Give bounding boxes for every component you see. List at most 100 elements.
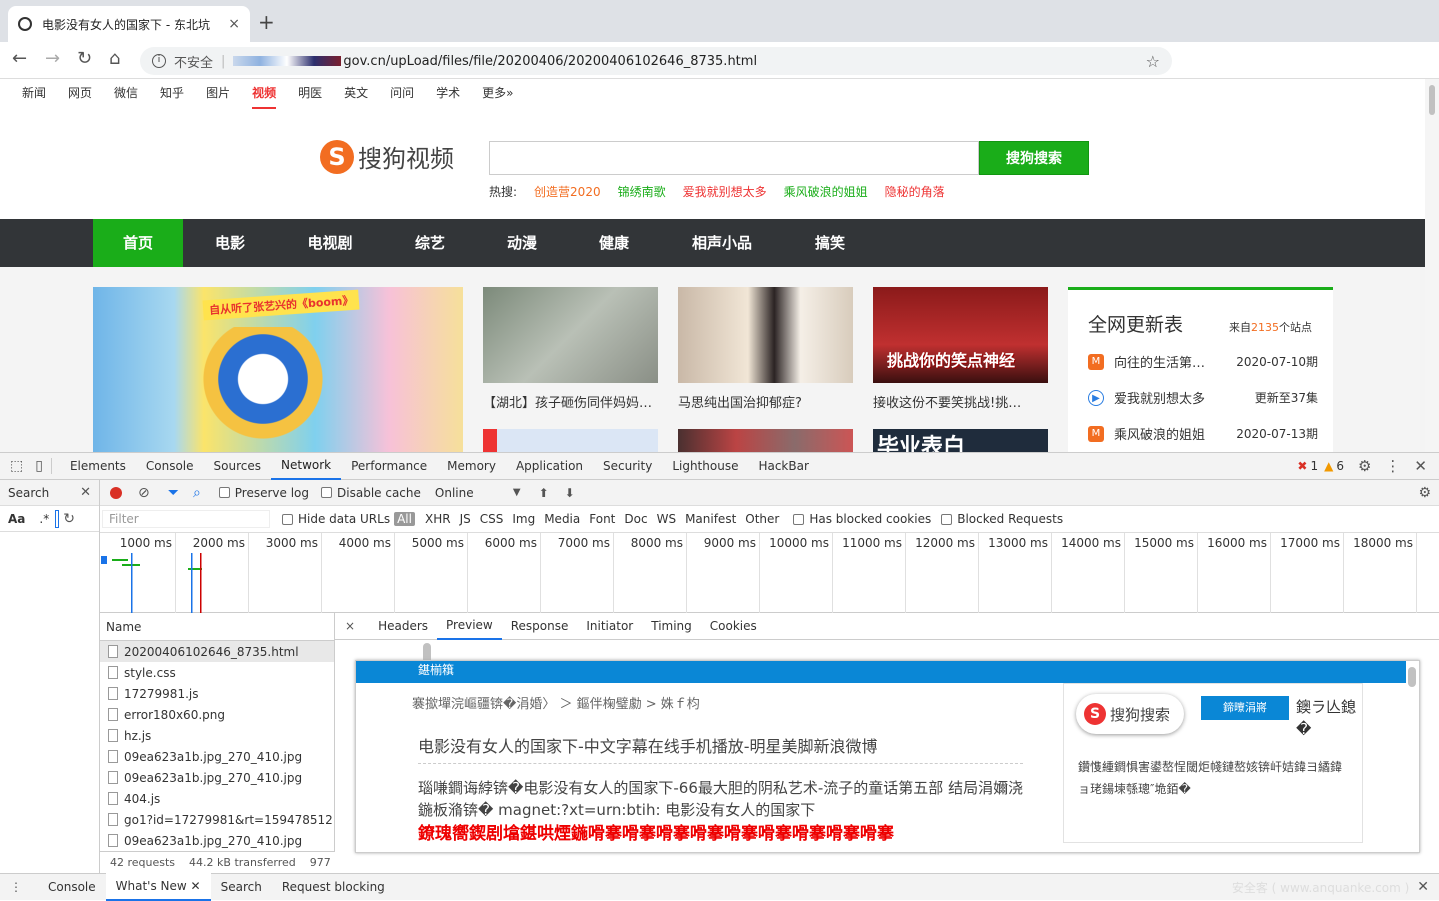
drawer-tab[interactable]: Console xyxy=(38,874,106,900)
info-icon[interactable]: i xyxy=(152,54,166,68)
filter-type[interactable]: Other xyxy=(745,512,779,526)
devtools-tab[interactable]: Security xyxy=(593,453,662,479)
category-anime[interactable]: 动漫 xyxy=(482,219,562,267)
detail-tab[interactable]: Response xyxy=(502,613,578,639)
filter-type[interactable]: Font xyxy=(589,512,615,526)
topnav-item[interactable]: 微信 xyxy=(114,79,138,109)
close-icon[interactable]: ✕ xyxy=(80,485,91,500)
search-input[interactable] xyxy=(489,141,979,175)
request-row[interactable]: style.css xyxy=(100,662,334,683)
topnav-item[interactable]: 英文 xyxy=(344,79,368,109)
category-health[interactable]: 健康 xyxy=(574,219,654,267)
detail-tab[interactable]: Initiator xyxy=(577,613,642,639)
close-devtools-icon[interactable]: ✕ xyxy=(1414,457,1427,475)
match-case-button[interactable]: Aa xyxy=(8,512,25,526)
import-har-icon[interactable]: ⬆ xyxy=(539,486,549,500)
devtools-tab[interactable]: Console xyxy=(136,453,204,479)
search-input[interactable] xyxy=(55,509,60,528)
drawer-tab[interactable]: Search xyxy=(211,874,272,900)
drawer-tab-whats-new[interactable]: What's New ✕ xyxy=(105,873,211,901)
hot-item[interactable]: 锦绣南歌 xyxy=(618,183,666,200)
preserve-log-checkbox[interactable] xyxy=(218,487,230,498)
search-button[interactable]: 搜狗搜索 xyxy=(979,141,1089,175)
close-detail-icon[interactable]: × xyxy=(345,619,355,633)
category-crosstalk[interactable]: 相声小品 xyxy=(682,219,762,267)
disable-cache-checkbox[interactable] xyxy=(321,487,333,498)
video-thumbnail[interactable] xyxy=(678,287,853,383)
forward-icon[interactable]: → xyxy=(45,48,60,69)
scrollbar-thumb[interactable] xyxy=(1429,85,1435,115)
filter-input[interactable]: Filter xyxy=(102,510,270,528)
page-scrollbar[interactable] xyxy=(1425,79,1439,452)
update-item[interactable]: M 乘风破浪的姐姐 2020-07-13期 xyxy=(1088,424,1318,443)
video-caption[interactable]: 接收这份不要笑挑战!挑… xyxy=(873,392,1048,411)
blocked-cookies-checkbox[interactable] xyxy=(793,513,805,525)
drawer-tab[interactable]: Request blocking xyxy=(272,874,395,900)
topnav-item[interactable]: 图片 xyxy=(206,79,230,109)
back-icon[interactable]: ← xyxy=(12,48,27,69)
hot-item[interactable]: 爱我就别想太多 xyxy=(683,183,767,200)
filter-type[interactable]: WS xyxy=(657,512,676,526)
request-row[interactable]: error180x60.png xyxy=(100,704,334,725)
blocked-requests-checkbox[interactable] xyxy=(941,513,953,525)
devtools-tab[interactable]: Application xyxy=(506,453,593,479)
hide-data-urls-checkbox[interactable] xyxy=(282,513,293,525)
video-thumbnail[interactable]: 毕业表白 xyxy=(873,429,1048,452)
preview-scrollbar[interactable] xyxy=(1408,667,1416,687)
topnav-item-video[interactable]: 视频 xyxy=(252,79,277,109)
filter-type[interactable]: Manifest xyxy=(685,512,736,526)
request-row[interactable]: 09ea623a1b.jpg_270_410.jpg xyxy=(100,767,334,788)
video-caption[interactable]: 马思纯出国治抑郁症? xyxy=(678,392,853,411)
devtools-tab[interactable]: Memory xyxy=(437,453,506,479)
category-tv[interactable]: 电视剧 xyxy=(290,219,370,267)
chevron-down-icon[interactable]: ▼ xyxy=(513,487,521,498)
hot-item[interactable]: 乘风破浪的姐姐 xyxy=(784,183,868,200)
export-har-icon[interactable]: ⬇ xyxy=(565,486,575,500)
refresh-icon[interactable]: ↻ xyxy=(63,511,75,527)
video-thumbnail[interactable]: 挑战你的笑点神经 xyxy=(873,287,1048,383)
address-bar[interactable]: i 不安全 | gov.cn/upLoad/files/file/2020040… xyxy=(140,47,1172,75)
request-row[interactable]: 20200406102646_8735.html xyxy=(100,641,334,662)
category-variety[interactable]: 综艺 xyxy=(390,219,470,267)
record-icon[interactable] xyxy=(110,486,122,499)
filter-type[interactable]: JS xyxy=(460,512,471,526)
inspect-element-icon[interactable]: ⬚ xyxy=(10,458,23,474)
bookmark-star-icon[interactable]: ☆ xyxy=(1146,52,1160,71)
more-menu-icon[interactable]: ⋮ xyxy=(1385,457,1400,475)
request-row[interactable]: go1?id=17279981&rt=1594785121… xyxy=(100,809,334,830)
topnav-item[interactable]: 明医 xyxy=(298,79,322,109)
video-thumbnail[interactable] xyxy=(483,429,658,452)
request-row[interactable]: 09ea623a1b.jpg_270_410.jpg xyxy=(100,746,334,767)
filter-type[interactable]: XHR xyxy=(425,512,451,526)
devtools-tab[interactable]: Sources xyxy=(204,453,271,479)
detail-tab[interactable]: Cookies xyxy=(701,613,766,639)
search-icon[interactable]: ⌕ xyxy=(193,485,201,501)
topnav-item[interactable]: 学术 xyxy=(436,79,460,109)
network-timeline[interactable]: 1000 ms 2000 ms 3000 ms 4000 ms 5000 ms 6000 … xyxy=(100,533,1439,613)
detail-tab[interactable]: Headers xyxy=(369,613,437,639)
drawer-menu-icon[interactable]: ⋮ xyxy=(10,880,22,894)
regex-button[interactable]: .* xyxy=(39,512,49,526)
devtools-tab[interactable]: Lighthouse xyxy=(662,453,748,479)
network-settings-icon[interactable]: ⚙ xyxy=(1418,485,1431,501)
request-row[interactable]: 17279981.js xyxy=(100,683,334,704)
category-funny[interactable]: 搞笑 xyxy=(790,219,870,267)
browser-tab[interactable]: 电影没有女人的国家下 - 东北坑 × xyxy=(8,6,250,42)
devtools-tab-network[interactable]: Network xyxy=(271,452,342,480)
tab-close-button[interactable]: × xyxy=(228,16,240,32)
request-row[interactable]: 09ea623a1b.jpg_270_410.jpg xyxy=(100,830,334,851)
update-item[interactable]: M 向往的生活第… 2020-07-10期 xyxy=(1088,352,1318,371)
filter-all-button[interactable]: All xyxy=(394,512,415,526)
filter-type[interactable]: Media xyxy=(544,512,580,526)
throttling-select[interactable]: Online xyxy=(435,486,513,500)
devtools-tab[interactable]: HackBar xyxy=(748,453,818,479)
detail-tab-preview[interactable]: Preview xyxy=(437,612,502,640)
video-caption[interactable]: 【湖北】孩子砸伤同伴妈妈… xyxy=(483,392,658,411)
issues-counter[interactable]: ✖ 1 ▲ 6 xyxy=(1297,459,1344,473)
new-tab-button[interactable]: + xyxy=(258,10,275,34)
clear-icon[interactable]: ⊘ xyxy=(138,485,150,501)
filter-type[interactable]: Doc xyxy=(624,512,647,526)
filter-icon[interactable]: ⏷ xyxy=(168,485,179,501)
topnav-item[interactable]: 知乎 xyxy=(160,79,184,109)
devtools-tab[interactable]: Elements xyxy=(60,453,136,479)
